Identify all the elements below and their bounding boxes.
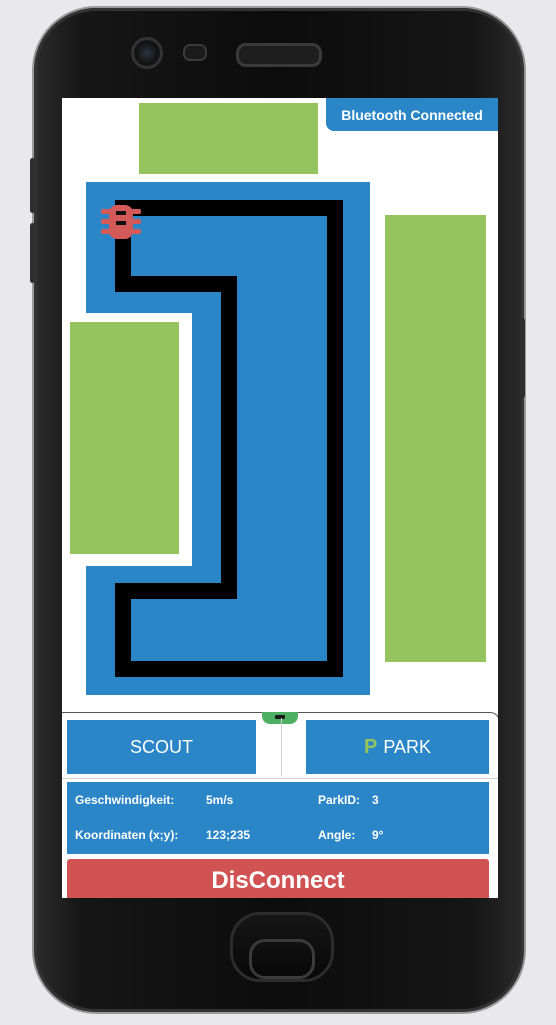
speed-value: 5m/s (206, 793, 234, 807)
volume-button (30, 158, 35, 213)
button-divider (281, 718, 282, 776)
angle-label: Angle: (318, 828, 356, 842)
parkid-label: ParkID: (318, 793, 361, 807)
parkid-value: 3 (372, 793, 379, 807)
scout-button[interactable]: SCOUT (67, 720, 256, 774)
coordinates-value: 123;235 (206, 828, 251, 842)
park-button-label: PARK (383, 736, 432, 757)
parking-zone-right (385, 215, 486, 662)
app-screen: Bluetooth Connected SCOUT P PARK Geschwi… (62, 98, 498, 898)
coordinates-label: Koordinaten (x;y): (75, 828, 179, 842)
home-button (230, 912, 334, 982)
car-icon (101, 205, 141, 239)
speed-label: Geschwindigkeit: (75, 793, 175, 807)
park-p-icon: P (363, 735, 378, 758)
front-camera (131, 37, 163, 69)
drawer-handle-icon[interactable] (262, 712, 298, 724)
disconnect-button-label: DisConnect (211, 867, 345, 894)
parking-zone-left (70, 322, 179, 554)
proximity-sensor (183, 44, 207, 61)
scout-button-label: SCOUT (130, 736, 193, 757)
power-button (520, 318, 525, 398)
alert-slider (30, 223, 35, 283)
angle-value: 9° (372, 828, 384, 842)
telemetry-panel: Geschwindigkeit: 5m/s Koordinaten (x;y):… (67, 782, 489, 854)
bluetooth-status-badge: Bluetooth Connected (326, 98, 498, 131)
panel-divider (62, 778, 498, 779)
disconnect-button[interactable]: DisConnect (67, 859, 489, 898)
earpiece (236, 43, 322, 67)
park-button[interactable]: P PARK (306, 720, 489, 774)
parking-zone-top (139, 103, 318, 174)
